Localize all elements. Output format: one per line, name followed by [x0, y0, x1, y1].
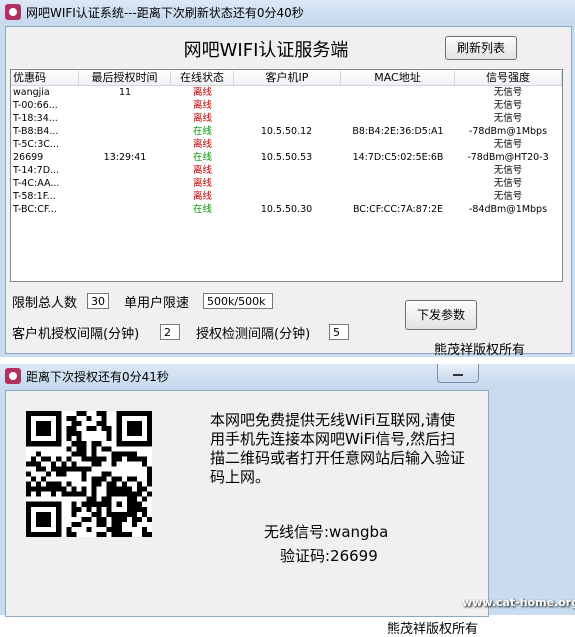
limit-total-label: 限制总人数	[12, 296, 78, 311]
main-titlebar[interactable]: 网吧WIFI认证系统---距离下次刷新状态还有0分40秒	[0, 0, 575, 24]
cell-time: 13:29:41	[103, 152, 147, 163]
main-window-title: 网吧WIFI认证系统---距离下次刷新状态还有0分40秒	[26, 6, 304, 20]
table-row[interactable]: T-B8:B4... 在线 10.5.50.12 B8:B4:2E:36:D5:A1 -…	[11, 125, 562, 138]
table-row[interactable]: T-14:7D... 离线 无信号	[11, 164, 562, 177]
auth-interval-label: 客户机授权间隔(分钟)	[12, 327, 140, 342]
cell-status: 离线	[192, 165, 212, 176]
table-header: 优惠码 最后授权时间 在线状态 客户机IP MAC地址 信号强度	[11, 70, 562, 86]
cell-signal: 无信号	[493, 139, 523, 150]
cell-mac: BC:CF:CC:7A:87:2E	[352, 204, 444, 215]
client-table[interactable]: 优惠码 最后授权时间 在线状态 客户机IP MAC地址 信号强度 wangjia…	[10, 69, 563, 282]
table-row[interactable]: wangjia 11 离线 无信号	[11, 86, 562, 99]
check-interval-label: 授权检测间隔(分钟)	[196, 327, 311, 342]
cell-ip: 10.5.50.12	[260, 126, 313, 137]
table-row[interactable]: T-5C:3C... 离线 无信号	[11, 138, 562, 151]
column-header-time[interactable]: 最后授权时间	[79, 71, 171, 85]
cell-mac: 14:7D:C5:02:5E:6B	[352, 152, 444, 163]
table-row[interactable]: 26699 13:29:41 在线 10.5.50.53 14:7D:C5:02:5E:…	[11, 151, 562, 164]
cell-signal: 无信号	[493, 165, 523, 176]
cell-mac: B8:B4:2E:36:D5:A1	[352, 126, 444, 137]
column-header-ip[interactable]: 客户机IP	[234, 71, 341, 85]
table-body: wangjia 11 离线 无信号 T-00:66... 离线 无信号 T-18:34... 离…	[11, 86, 562, 216]
column-header-mac[interactable]: MAC地址	[341, 71, 455, 85]
column-header-status[interactable]: 在线状态	[171, 71, 234, 85]
cell-ip: 10.5.50.30	[260, 204, 313, 215]
cell-status: 离线	[192, 191, 212, 202]
send-params-button[interactable]: 下发参数	[405, 300, 477, 330]
cell-code: T-4C:AA...	[13, 178, 60, 189]
cell-status: 离线	[192, 100, 212, 111]
cell-code: T-14:7D...	[13, 165, 60, 176]
column-header-signal[interactable]: 信号强度	[455, 71, 562, 85]
cell-signal: 无信号	[493, 178, 523, 189]
qr-client-area: 本网吧免费提供无线WiFi互联网,请使用手机先连接本网吧WiFi信号,然后扫描二…	[5, 390, 489, 637]
cell-signal: 无信号	[493, 191, 523, 202]
qr-window-title: 距离下次授权还有0分41秒	[26, 370, 169, 384]
qr-window: 距离下次授权还有0分41秒 本网吧免费提供无线WiFi互联网,请使用手机先连接本…	[0, 364, 575, 637]
cell-status: 离线	[192, 113, 212, 124]
cell-ip: 10.5.50.53	[260, 152, 313, 163]
cell-status: 离线	[192, 139, 212, 150]
cell-signal: -84dBm@1Mbps	[468, 204, 548, 215]
watermark: www.cat-home.org	[462, 596, 575, 609]
cell-code: T-BC:CF...	[13, 204, 57, 215]
verification-code-line: 验证码:26699	[280, 547, 378, 565]
main-window: 网吧WIFI认证系统---距离下次刷新状态还有0分40秒 网吧WIFI认证服务端…	[0, 0, 575, 358]
cell-time: 11	[118, 87, 132, 98]
speed-limit-input[interactable]: 500k/500k	[203, 293, 273, 309]
cell-code: T-18:34...	[13, 113, 58, 124]
instructions-text: 本网吧免费提供无线WiFi互联网,请使用手机先连接本网吧WiFi信号,然后扫描二…	[210, 411, 465, 487]
cell-code: wangjia	[13, 87, 50, 98]
cell-signal: -78dBm@1Mbps	[468, 126, 548, 137]
cell-code: T-58:1F...	[13, 191, 56, 202]
table-row[interactable]: T-BC:CF... 在线 10.5.50.30 BC:CF:CC:7A:87:2E -…	[11, 203, 562, 216]
ssid-line: 无线信号:wangba	[264, 523, 389, 541]
cell-status: 离线	[192, 178, 212, 189]
table-row[interactable]: T-4C:AA... 离线 无信号	[11, 177, 562, 190]
main-copyright: 熊茂祥版权所有	[434, 343, 526, 358]
column-header-code[interactable]: 优惠码	[11, 71, 79, 85]
cell-signal: 无信号	[493, 87, 523, 98]
instructions-paragraph: 本网吧免费提供无线WiFi互联网,请使用手机先连接本网吧WiFi信号,然后扫描二…	[210, 411, 466, 486]
speed-limit-label: 单用户限速	[124, 296, 190, 311]
auth-interval-input[interactable]: 2	[160, 324, 180, 340]
cell-status: 在线	[192, 126, 212, 137]
main-client-area: 网吧WIFI认证服务端 刷新列表 优惠码 最后授权时间 在线状态 客户机IP M…	[5, 26, 572, 358]
cell-status: 在线	[192, 152, 212, 163]
cell-code: T-00:66...	[13, 100, 58, 111]
cell-signal: 无信号	[493, 113, 523, 124]
refresh-list-button[interactable]: 刷新列表	[445, 36, 517, 60]
minimize-icon[interactable]	[437, 364, 479, 383]
check-interval-input[interactable]: 5	[329, 324, 349, 340]
table-row[interactable]: T-58:1F... 离线 无信号	[11, 190, 562, 203]
cell-signal: 无信号	[493, 100, 523, 111]
cell-status: 离线	[192, 87, 212, 98]
cell-code: T-B8:B4...	[13, 126, 59, 137]
app-icon	[5, 4, 21, 20]
app-icon	[5, 368, 21, 384]
cell-code: T-5C:3C...	[13, 139, 59, 150]
table-row[interactable]: T-18:34... 离线 无信号	[11, 112, 562, 125]
qr-copyright: 熊茂祥版权所有	[387, 622, 479, 637]
qr-titlebar[interactable]: 距离下次授权还有0分41秒	[0, 364, 575, 390]
app-title: 网吧WIFI认证服务端	[183, 40, 349, 61]
cell-code: 26699	[13, 152, 44, 163]
cell-signal: -78dBm@HT20-3	[467, 152, 549, 163]
limit-total-input[interactable]: 30	[87, 293, 109, 309]
table-row[interactable]: T-00:66... 离线 无信号	[11, 99, 562, 112]
cell-status: 在线	[192, 204, 212, 215]
window-gap	[0, 357, 575, 364]
qr-code-image	[26, 411, 152, 537]
